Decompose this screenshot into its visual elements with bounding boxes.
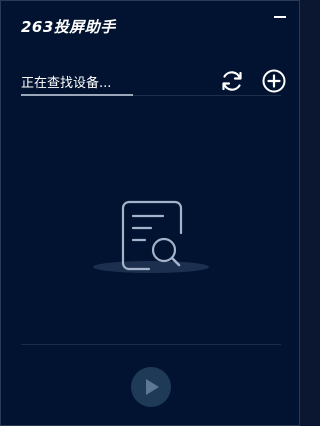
search-progress-fill — [21, 94, 133, 96]
title-bar[interactable]: 263投屏助手 — [1, 1, 299, 47]
search-progress-bar — [21, 94, 281, 96]
app-window: 263投屏助手 正在查找设备... — [0, 0, 300, 426]
empty-state-illustration — [91, 197, 213, 277]
refresh-icon — [222, 71, 242, 91]
add-device-button[interactable] — [261, 68, 287, 94]
plus-circle-icon — [262, 69, 286, 93]
document-search-icon — [93, 200, 209, 273]
play-button[interactable] — [131, 367, 171, 407]
app-title: 263投屏助手 — [21, 18, 116, 36]
search-status-text: 正在查找设备... — [21, 76, 112, 91]
minimize-icon[interactable] — [273, 11, 287, 23]
footer-divider — [21, 344, 281, 345]
refresh-button[interactable] — [219, 68, 245, 94]
play-icon — [146, 379, 159, 395]
